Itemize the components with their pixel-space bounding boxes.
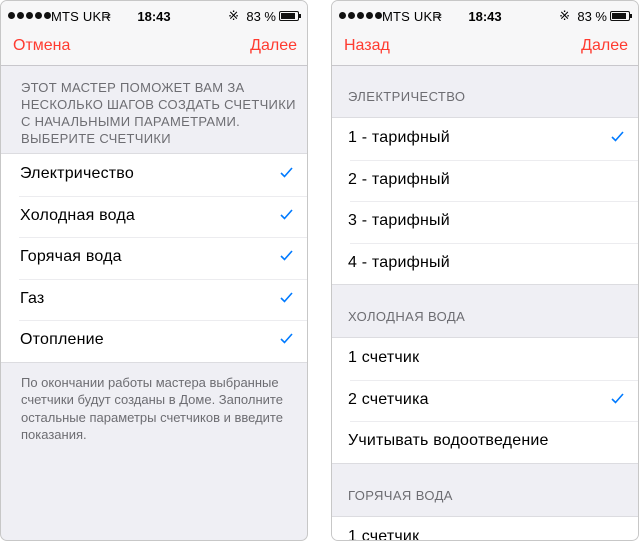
checkmark-icon [280, 332, 293, 345]
section-title: ГОРЯЧАЯ ВОДА [348, 487, 453, 503]
option-label: 2 - тарифный [348, 170, 450, 188]
option-label: 2 счетчика [348, 390, 429, 408]
option-label: 1 счетчик [348, 527, 420, 541]
back-button[interactable]: Назад [344, 37, 390, 55]
section-title: ЭЛЕКТРИЧЕСТВО [348, 89, 466, 104]
meter-item[interactable]: Холодная вода [1, 195, 307, 238]
option-item[interactable]: 1 счетчик [332, 517, 638, 541]
bluetooth-icon: ※ [228, 8, 239, 23]
wizard-footer-note: По окончании работы мастера выбранные сч… [21, 374, 283, 443]
option-label: 1 счетчик [348, 349, 420, 366]
battery-percent: 83 % [577, 9, 607, 24]
battery-icon [610, 11, 632, 21]
option-item[interactable]: 2 - тарифный [332, 159, 638, 202]
checkmark-icon [611, 130, 624, 143]
checkmark-icon [611, 392, 624, 405]
status-bar: MTS UKR ≈ 18:43 ※ 83 % [1, 1, 307, 31]
meter-item-label: Холодная вода [20, 206, 135, 224]
meter-list: Электричество Холодная вода Горячая вода… [1, 153, 307, 363]
wizard-screen-meter-options: MTS UKR ≈ 18:43 ※ 83 % Назад Далее ЭЛЕКТ… [331, 0, 639, 541]
intro-text: ЭТОТ МАСТЕР ПОМОЖЕТ ВАМ ЗА НЕСКОЛЬКО ШАГ… [21, 80, 296, 129]
option-item[interactable]: 4 - тарифный [332, 242, 638, 285]
checkmark-icon [280, 249, 293, 262]
next-button[interactable]: Далее [581, 37, 628, 55]
wizard-screen-select-meters: MTS UKR ≈ 18:43 ※ 83 % Отмена Далее ЭТОТ… [0, 0, 308, 541]
checkmark-icon [280, 166, 293, 179]
option-label: 4 - тарифный [348, 253, 450, 271]
option-item[interactable]: Учитывать водоотведение [332, 421, 638, 463]
option-label: 3 - тарифный [348, 212, 450, 229]
content: ЭЛЕКТРИЧЕСТВО 1 - тарифный 2 - тарифный … [332, 67, 638, 540]
battery-icon [279, 11, 301, 21]
meter-item[interactable]: Газ [1, 278, 307, 321]
hot-water-options: 1 счетчик [332, 515, 638, 541]
choose-meters-label: ВЫБЕРИТЕ СЧЕТЧИКИ [21, 131, 171, 146]
wizard-intro: ЭТОТ МАСТЕР ПОМОЖЕТ ВАМ ЗА НЕСКОЛЬКО ШАГ… [1, 67, 307, 153]
cancel-button[interactable]: Отмена [13, 37, 70, 55]
meter-item-label: Электричество [20, 165, 134, 182]
option-label: 1 - тарифный [348, 129, 450, 146]
checkmark-icon [280, 291, 293, 304]
option-item[interactable]: 3 - тарифный [332, 201, 638, 243]
meter-item-label: Горячая вода [20, 248, 122, 265]
navigation-bar: Назад Далее [332, 31, 638, 66]
meter-item[interactable]: Отопление [1, 320, 307, 362]
cold-water-options: 1 счетчик 2 счетчика Учитывать водоотвед… [332, 337, 638, 464]
section-header-cold-water: ХОЛОДНАЯ ВОДА [332, 285, 638, 337]
section-header-electricity: ЭЛЕКТРИЧЕСТВО [332, 67, 638, 117]
electricity-options: 1 - тарифный 2 - тарифный 3 - тарифный 4… [332, 117, 638, 285]
meter-item-label: Отопление [20, 331, 104, 348]
bluetooth-icon: ※ [559, 8, 570, 23]
section-title: ХОЛОДНАЯ ВОДА [348, 309, 466, 324]
navigation-bar: Отмена Далее [1, 31, 307, 66]
next-button[interactable]: Далее [250, 37, 297, 55]
option-item[interactable]: 1 счетчик [332, 338, 638, 380]
battery-percent: 83 % [246, 9, 276, 24]
meter-item[interactable]: Электричество [1, 154, 307, 196]
section-header-hot-water: ГОРЯЧАЯ ВОДА [332, 464, 638, 516]
option-item[interactable]: 2 счетчика [332, 379, 638, 422]
content: ЭТОТ МАСТЕР ПОМОЖЕТ ВАМ ЗА НЕСКОЛЬКО ШАГ… [1, 67, 307, 540]
meter-item-label: Газ [20, 289, 45, 307]
checkmark-icon [280, 208, 293, 221]
option-item[interactable]: 1 - тарифный [332, 118, 638, 160]
meter-item[interactable]: Горячая вода [1, 237, 307, 279]
status-bar: MTS UKR ≈ 18:43 ※ 83 % [332, 1, 638, 31]
option-label: Учитывать водоотведение [348, 432, 549, 449]
